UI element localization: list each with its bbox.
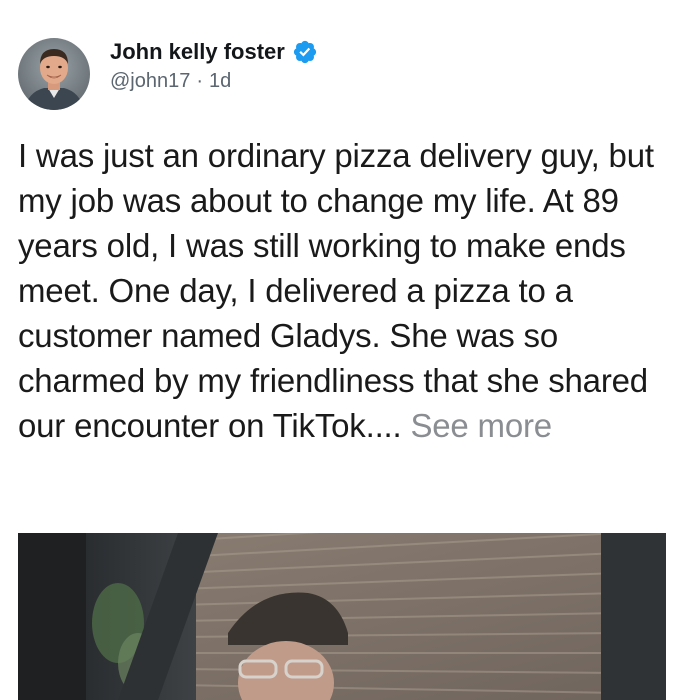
- meta-separator: ·: [196, 70, 204, 92]
- video-thumbnail-icon: [18, 533, 666, 700]
- author-display-name[interactable]: John kelly foster: [110, 39, 285, 65]
- author-avatar[interactable]: [18, 38, 90, 110]
- tweet-media[interactable]: [18, 533, 666, 700]
- tweet-text: I was just an ordinary pizza delivery gu…: [18, 133, 688, 448]
- tweet-meta: @john17 · 1d: [110, 70, 318, 93]
- verified-badge-icon: [292, 39, 318, 65]
- author-handle[interactable]: @john17: [110, 70, 190, 93]
- tweet-card: John kelly foster @john17 · 1d I was jus…: [0, 0, 700, 700]
- tweet-header: John kelly foster @john17 · 1d: [110, 36, 318, 93]
- timestamp[interactable]: 1d: [209, 70, 231, 93]
- avatar-photo-icon: [18, 38, 90, 110]
- tweet-text-content: I was just an ordinary pizza delivery gu…: [18, 137, 654, 444]
- author-name-row: John kelly foster: [110, 36, 318, 68]
- see-more-link[interactable]: See more: [410, 407, 552, 444]
